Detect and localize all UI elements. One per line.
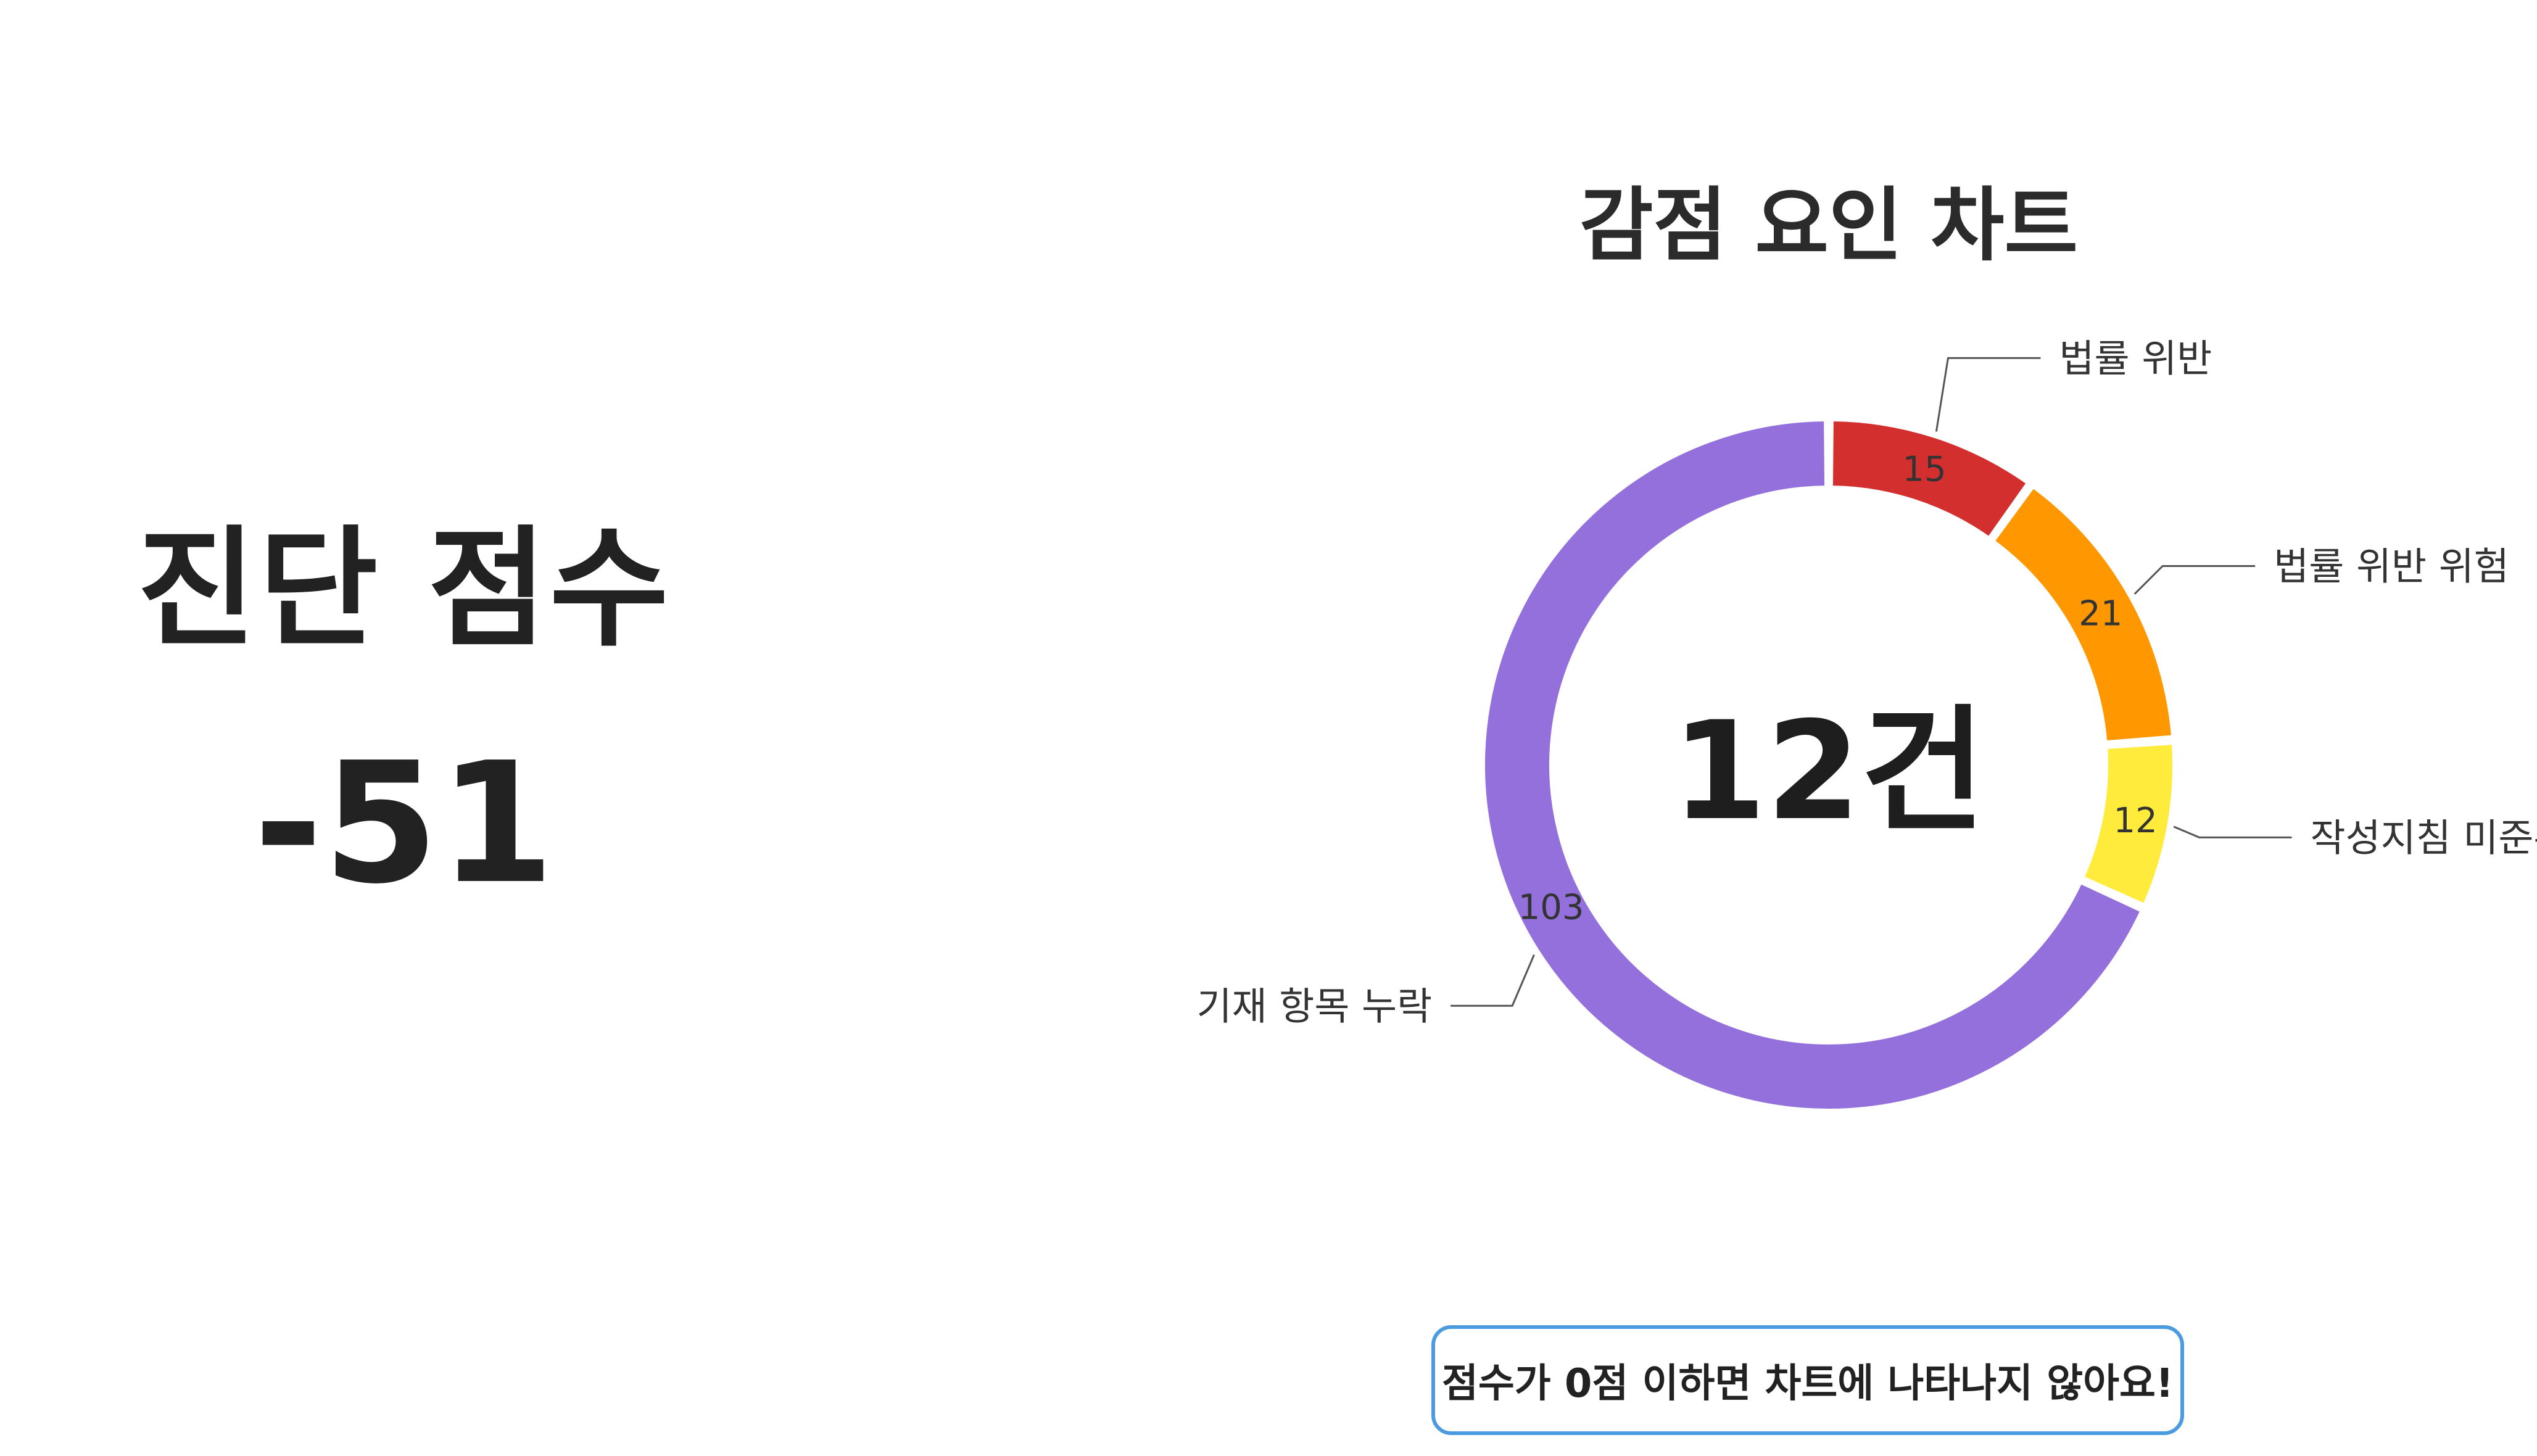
value-label-법률-위반: 15: [1902, 449, 1946, 489]
value-label-법률-위반-위험: 21: [2079, 594, 2122, 634]
notice-box: 점수가 0점 이하면 차트에 나타나지 않아요!: [1431, 1325, 2184, 1435]
donut-chart: 15 법률 위반 21 법률 위반 위험 12 작성지침 미준수 103 기재 항목 누락: [1196, 336, 2537, 1112]
leader-line-법률-위반-위험: [2133, 565, 2256, 595]
leader-line-기재-항목-누락: [1451, 954, 1535, 1007]
category-label-법률-위반-위험: 법률 위반 위험: [2274, 544, 2509, 589]
value-label-기재-항목-누락: 103: [1518, 887, 1584, 927]
leader-line-작성지침-미준수: [2173, 825, 2292, 838]
leader-line-법률-위반: [1935, 357, 2041, 432]
category-label-기재-항목-누락: 기재 항목 누락: [1196, 983, 1432, 1028]
value-label-작성지침-미준수: 12: [2113, 801, 2157, 841]
category-label-법률-위반: 법률 위반: [2059, 336, 2212, 381]
center-total: 12건: [1671, 692, 1986, 850]
page: 진단 점수 -51 감점 요인 차트 15 법률 위반 21 법률 위반 위험 12 작성…: [0, 0, 2537, 1456]
category-label-작성지침-미준수: 작성지침 미준수: [2310, 815, 2537, 860]
